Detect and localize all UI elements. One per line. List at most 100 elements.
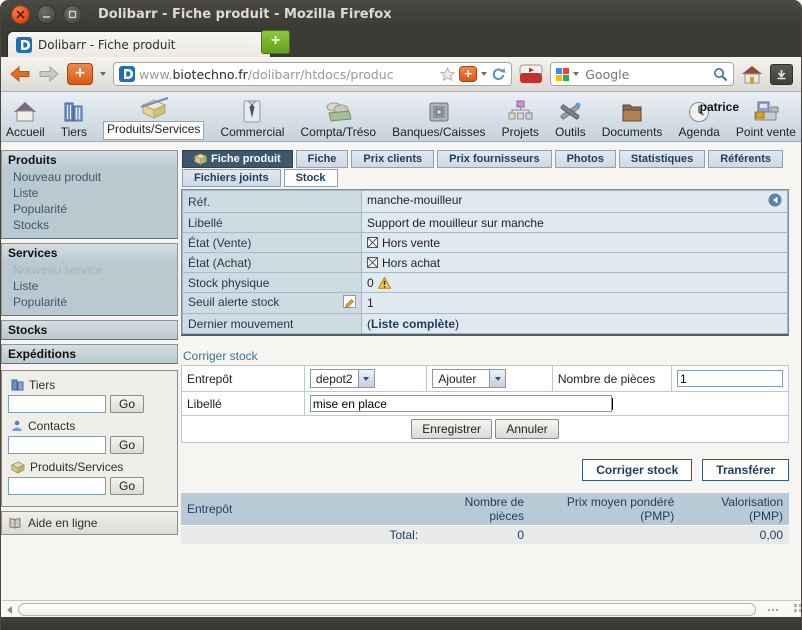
tab-fichiers-joints[interactable]: Fichiers joints — [182, 169, 281, 187]
direction-select[interactable]: Ajouter — [432, 369, 506, 388]
downloads-button[interactable] — [770, 64, 793, 85]
sidebar-item-liste-produits[interactable]: Liste — [2, 186, 177, 202]
tab-prix-clients[interactable]: Prix clients — [351, 150, 434, 168]
menu-accueil[interactable]: Accueil — [5, 97, 46, 141]
search-contacts-go-button[interactable]: Go — [110, 436, 144, 454]
sidebar-section-title[interactable]: Expéditions — [2, 345, 177, 363]
tab-statistiques[interactable]: Statistiques — [619, 150, 705, 168]
back-button[interactable] — [9, 65, 31, 83]
url-bar[interactable]: www.biotechno.fr/dolibarr/htdocs/produc … — [113, 62, 512, 86]
search-magnifier-icon[interactable] — [713, 67, 728, 82]
scrollbar-thumb[interactable] — [18, 603, 756, 616]
add-bookmark-icon[interactable]: + — [459, 66, 477, 82]
sidebar-section-title[interactable]: Services — [2, 244, 177, 262]
sidebar-item-liste-services[interactable]: Liste — [2, 279, 177, 295]
back-circle-icon[interactable] — [768, 193, 782, 210]
bookmark-star-icon[interactable] — [440, 67, 455, 82]
sidebar-section-title[interactable]: Produits — [2, 151, 177, 169]
correct-stock-title: Corriger stock — [183, 349, 789, 363]
table-header-row: Entrepôt Nombre de pièces Prix moyen pon… — [181, 493, 789, 526]
search-bar[interactable] — [550, 62, 734, 86]
sidebar-search-panel: Tiers Go Contacts Go Produits/Services — [1, 370, 178, 507]
transfer-button[interactable]: Transférer — [702, 459, 789, 481]
reload-icon[interactable] — [491, 67, 506, 82]
correct-stock-button[interactable]: Corriger stock — [582, 459, 692, 481]
sidebar-item-popularite-services[interactable]: Popularité — [2, 295, 177, 311]
label-input[interactable] — [310, 395, 612, 412]
tab-photos[interactable]: Photos — [555, 150, 616, 168]
dolibarr-favicon — [16, 37, 32, 53]
menu-commercial[interactable]: Commercial — [219, 97, 285, 141]
cancel-button[interactable]: Annuler — [495, 419, 558, 439]
menu-point-vente[interactable]: Point vente — [735, 97, 797, 141]
qty-input[interactable] — [677, 370, 783, 387]
table-row: Stock physique 0 — [183, 273, 788, 293]
save-button[interactable]: Enregistrer — [411, 419, 492, 439]
sidebar-section-title[interactable]: Stocks — [2, 321, 177, 339]
browser-tab[interactable]: Dolibarr - Fiche produit — [7, 31, 271, 57]
table-row: Seuil alerte stock 1 — [183, 293, 788, 314]
horizontal-scrollbar[interactable] — [2, 600, 800, 617]
field-label: Libellé — [183, 213, 362, 233]
full-list-link[interactable]: Liste complète — [371, 317, 455, 331]
sidebar-item-popularite-produits[interactable]: Popularité — [2, 202, 177, 218]
new-tab-button[interactable]: + — [261, 30, 290, 54]
tab-fiche-produit-title[interactable]: Fiche produit — [182, 150, 293, 168]
menu-projets[interactable]: Projets — [501, 97, 540, 141]
menu-tiers[interactable]: Tiers — [60, 97, 88, 141]
search-products-input[interactable] — [8, 477, 106, 495]
menu-label: Accueil — [6, 125, 45, 139]
total-qty: 0 — [424, 526, 530, 545]
search-contacts-input[interactable] — [8, 436, 106, 454]
menu-label: Documents — [602, 125, 663, 139]
tab-label: Référents — [720, 153, 771, 165]
page-body: Produits Nouveau produit Liste Popularit… — [1, 142, 801, 603]
search-products-go-button[interactable]: Go — [110, 477, 144, 495]
tab-label: Photos — [567, 153, 604, 165]
menu-produits-services[interactable]: Produits/Services — [102, 93, 205, 141]
url-dropdown-icon[interactable] — [481, 72, 487, 76]
search-tiers-input[interactable] — [8, 395, 106, 413]
tab-fiche[interactable]: Fiche — [296, 150, 349, 168]
quick-add-button[interactable]: + — [67, 63, 93, 85]
disabled-status-icon — [367, 257, 378, 268]
url-text[interactable]: www.biotechno.fr/dolibarr/htdocs/produc — [139, 67, 436, 82]
text-cursor — [612, 398, 613, 410]
scroll-left-arrow-icon[interactable] — [7, 606, 12, 614]
forward-button[interactable] — [38, 65, 60, 83]
quick-add-dropdown-icon[interactable] — [100, 72, 106, 76]
menu-documents[interactable]: Documents — [601, 97, 664, 141]
menu-outils[interactable]: Outils — [554, 97, 587, 141]
window-close-button[interactable] — [11, 5, 30, 24]
maximize-icon — [68, 10, 77, 19]
menu-banques-caisses[interactable]: Banques/Caisses — [391, 97, 486, 141]
tab-referents[interactable]: Référents — [708, 150, 783, 168]
forward-icon — [38, 65, 60, 83]
field-value: 1 — [362, 293, 788, 314]
window-title: Dolibarr - Fiche produit - Mozilla Firef… — [98, 7, 392, 22]
help-link[interactable]: Aide en ligne — [1, 511, 178, 535]
youtube-icon[interactable] — [519, 64, 543, 84]
sidebar: Produits Nouveau produit Liste Popularit… — [1, 142, 179, 603]
search-input[interactable] — [583, 66, 709, 83]
edit-pencil-icon[interactable] — [343, 295, 356, 311]
search-tiers-go-button[interactable]: Go — [110, 395, 144, 413]
window-minimize-button[interactable] — [37, 5, 56, 24]
search-engine-dropdown-icon[interactable] — [573, 72, 579, 76]
warehouse-select[interactable]: depot2 — [310, 369, 375, 388]
sidebar-item-stocks[interactable]: Stocks — [2, 218, 177, 234]
scrollbar-dots-icon — [768, 609, 770, 611]
menu-compta-treso[interactable]: Compta/Tréso — [300, 97, 378, 141]
sidebar-item-nouveau-produit[interactable]: Nouveau produit — [2, 170, 177, 186]
sidebar-section-produits: Produits Nouveau produit Liste Popularit… — [1, 150, 178, 239]
tab-stock[interactable]: Stock — [284, 169, 338, 187]
home-button[interactable] — [741, 65, 763, 84]
table-row: Réf. manche-mouilleur — [183, 191, 788, 213]
resize-grip[interactable] — [794, 604, 797, 607]
tab-prix-fournisseurs[interactable]: Prix fournisseurs — [437, 150, 551, 168]
logged-in-user[interactable]: patrice — [700, 100, 739, 114]
product-box-icon — [138, 94, 170, 120]
window-maximize-button[interactable] — [63, 5, 82, 24]
sidebar-item-nouveau-service: Nouveau service — [2, 263, 177, 279]
field-label: État (Achat) — [183, 253, 362, 273]
